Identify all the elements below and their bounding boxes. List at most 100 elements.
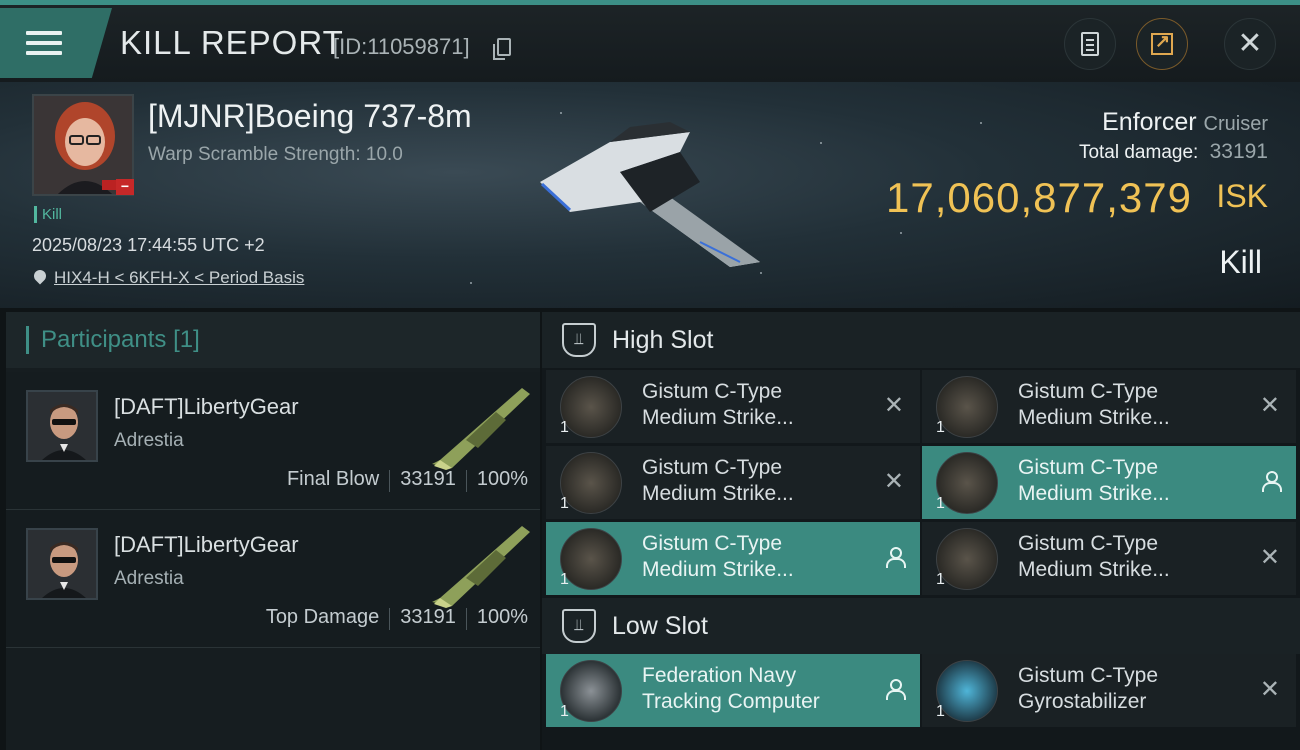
destroyed-icon: ✕ [883,468,904,495]
isk-unit: ISK [1216,178,1268,214]
copy-icon[interactable] [493,38,511,60]
stat-divider [465,470,467,492]
destroyed-icon: ✕ [1259,676,1280,703]
stat-divider [465,608,467,630]
top-bar: KILL REPORT [ID:11059871] ✕ [0,0,1300,82]
participant-name[interactable]: [DAFT]LibertyGear [114,532,299,558]
dropped-person-icon [1262,471,1282,492]
low-slot-header: ⫫ Low Slot [542,598,1300,654]
missile-launcher-icon [560,452,622,514]
warp-scramble-strength: Warp Scramble Strength: 10.0 [148,144,403,165]
kill-location[interactable]: HIX4-H < 6KFH-X < Period Basis [34,268,304,288]
menu-button[interactable] [0,8,112,78]
location-pin-icon [34,270,46,286]
participant-stats: Top Damage 33191 100% [266,606,528,630]
participant-corp: Adrestia [114,568,184,589]
module-subname: Medium Strike... [642,482,794,505]
isk-value: 17,060,877,379 [886,174,1192,221]
low-slot-icon: ⫫ [562,609,596,643]
high-slot-header: ⫫ High Slot [542,312,1300,368]
clipboard-icon [1081,32,1099,56]
participants-title: Participants [1] [26,326,200,354]
module-name: Gistum C-Type [1018,532,1159,555]
close-button[interactable]: ✕ [1224,18,1276,70]
module-quantity: 1 [936,571,945,588]
share-icon [1151,31,1173,55]
module-quantity: 1 [560,703,569,720]
participant-role: Final Blow [286,468,380,490]
weapon-icon [432,388,530,470]
participant-name[interactable]: [DAFT]LibertyGear [114,394,299,420]
dropped-person-icon [886,679,906,700]
module-name: Gistum C-Type [1018,380,1159,403]
hamburger-icon [26,29,62,57]
participant-damage: 33191 [400,606,456,628]
module-item[interactable]: 1 Federation Navy Tracking Computer [546,654,920,727]
victim-name[interactable]: [MJNR]Boeing 737-8m [148,98,472,135]
ship-class: Cruiser [1203,113,1268,135]
clipboard-button[interactable] [1064,18,1116,70]
total-damage-label: Total damage: [1078,142,1199,163]
total-damage: Total damage: 33191 [1079,140,1268,164]
module-item[interactable]: 1 Gistum C-Type Medium Strike... ✕ [546,370,920,443]
victim-summary: − [MJNR]Boeing 737-8m Warp Scramble Stre… [0,82,1300,308]
location-link[interactable]: HIX4-H < 6KFH-X < Period Basis [54,268,304,288]
close-icon: ✕ [1237,27,1263,60]
module-quantity: 1 [936,419,945,436]
module-subname: Medium Strike... [642,558,794,581]
module-quantity: 1 [560,495,569,512]
destroyed-icon: ✕ [883,392,904,419]
header-accent-line [0,0,1300,5]
participant-percent: 100% [476,468,528,490]
destroyed-icon: ✕ [1259,392,1280,419]
participant-avatar[interactable] [26,390,98,462]
report-id: [ID:11059871] [333,34,470,59]
missile-launcher-icon [560,528,622,590]
module-subname: Medium Strike... [1018,406,1170,429]
missile-launcher-icon [936,376,998,438]
participants-header: Participants [1] [6,312,540,368]
module-subname: Tracking Computer [642,690,820,713]
module-name: Gistum C-Type [1018,664,1159,687]
module-name: Gistum C-Type [642,532,783,555]
module-quantity: 1 [560,419,569,436]
standing-minus-icon: − [116,179,134,195]
module-quantity: 1 [936,495,945,512]
module-subname: Gyrostabilizer [1018,690,1147,713]
stat-divider [389,470,391,492]
high-slot-title: High Slot [612,325,714,354]
high-slot-icon: ⫫ [562,323,596,357]
module-item[interactable]: 1 Gistum C-Type Medium Strike... [546,522,920,595]
participant-role: Top Damage [265,606,380,628]
module-item[interactable]: 1 Gistum C-Type Medium Strike... ✕ [922,370,1296,443]
tracking-computer-icon [560,660,622,722]
participant-row[interactable]: [DAFT]LibertyGear Adrestia Top Damage 33… [6,510,540,648]
module-item[interactable]: 1 Gistum C-Type Medium Strike... ✕ [546,446,920,519]
weapon-icon [432,526,530,608]
share-button[interactable] [1136,18,1188,70]
participant-corp: Adrestia [114,430,184,451]
total-damage-value: 33191 [1209,140,1268,163]
missile-launcher-icon [936,528,998,590]
page-title: KILL REPORT [120,24,344,61]
module-name: Gistum C-Type [642,456,783,479]
missile-launcher-icon [936,452,998,514]
low-slot-title: Low Slot [612,611,708,640]
kill-datetime: 2025/08/23 17:44:55 UTC +2 [32,235,265,255]
module-item[interactable]: 1 Gistum C-Type Gyrostabilizer ✕ [922,654,1296,727]
module-quantity: 1 [560,571,569,588]
dropped-person-icon [886,547,906,568]
module-name: Federation Navy [642,664,797,687]
participant-row[interactable]: [DAFT]LibertyGear Adrestia Final Blow 33… [6,372,540,510]
module-subname: Medium Strike... [1018,482,1170,505]
participants-panel: Participants [1] [DAFT]LibertyGear Adres… [6,312,540,750]
kill-tag: Kill [34,206,62,223]
module-subname: Medium Strike... [642,406,794,429]
destroyed-icon: ✕ [1259,544,1280,571]
participant-avatar[interactable] [26,528,98,600]
gyrostabilizer-icon [936,660,998,722]
module-quantity: 1 [936,703,945,720]
module-item[interactable]: 1 Gistum C-Type Medium Strike... ✕ [922,522,1296,595]
participant-stats: Final Blow 33191 100% [287,468,528,492]
module-item[interactable]: 1 Gistum C-Type Medium Strike... [922,446,1296,519]
